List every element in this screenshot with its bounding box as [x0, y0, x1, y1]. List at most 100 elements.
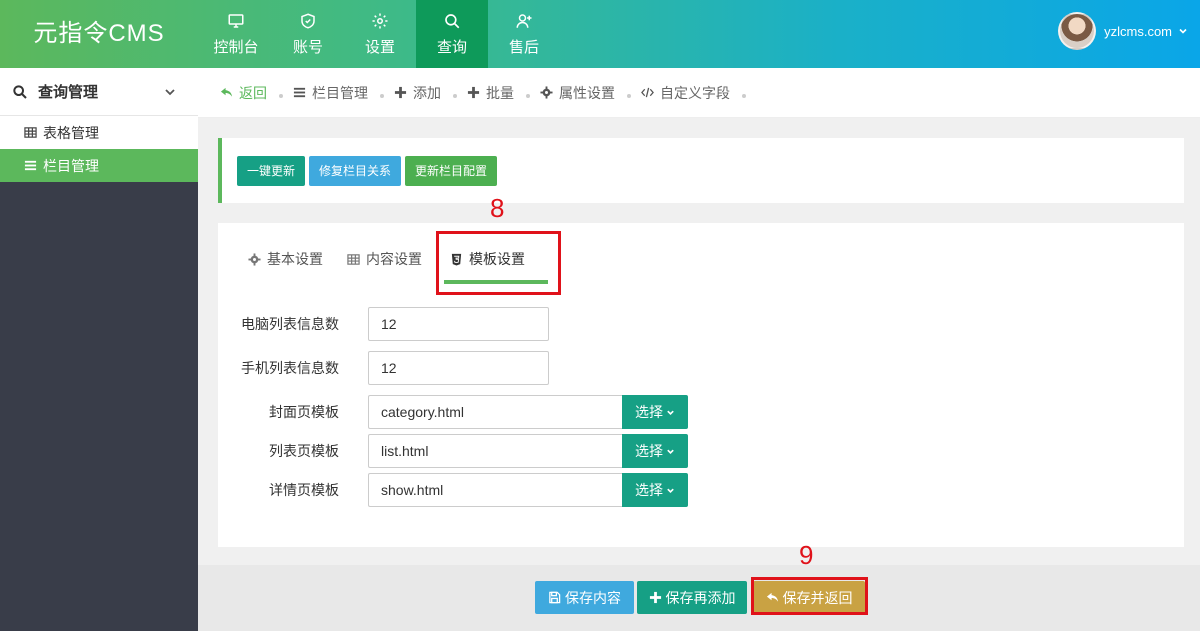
sidebar-header[interactable]: 查询管理 — [0, 68, 198, 116]
nav-item-query[interactable]: 查询 — [416, 0, 488, 68]
toolbar-back[interactable]: 返回 — [220, 83, 267, 103]
toolbar-add[interactable]: 添加 — [394, 83, 441, 103]
sidebar-item-column-manage[interactable]: 栏目管理 — [0, 149, 198, 182]
app-logo[interactable]: 元指令CMS — [0, 0, 198, 68]
toolbar-attribute-settings[interactable]: 属性设置 — [540, 83, 615, 103]
chevron-down-icon — [667, 410, 674, 415]
cover-template-input[interactable] — [368, 395, 622, 429]
select-label: 选择 — [635, 443, 663, 459]
detail-template-select-button[interactable]: 选择 — [622, 473, 688, 507]
nav-item-label: 售后 — [508, 38, 539, 56]
form-row-mobile-list-count: 手机列表信息数 — [218, 351, 549, 385]
avatar[interactable] — [1058, 12, 1097, 50]
annotation-highlight-save-return — [751, 577, 868, 615]
nav-item-label: 控制台 — [213, 38, 259, 56]
toolbar-label: 批量 — [486, 84, 514, 101]
code-icon — [641, 87, 654, 98]
back-icon — [220, 87, 233, 97]
nav-item-label: 查询 — [436, 38, 467, 56]
separator-dot — [627, 93, 631, 98]
toolbar-custom-fields[interactable]: 自定义字段 — [641, 83, 730, 103]
save-button[interactable]: 保存内容 — [535, 581, 634, 614]
gear-icon — [372, 13, 388, 28]
form-row-pc-list-count: 电脑列表信息数 — [218, 307, 549, 341]
toolbar-label: 添加 — [413, 84, 441, 101]
form-panel: 基本设置 内容设置 模板设置 电脑列表信息数 手机列表信息数 封面页模板 选择 … — [218, 223, 1184, 547]
chevron-down-icon[interactable] — [164, 86, 176, 98]
table-icon — [24, 127, 37, 138]
detail-template-label: 详情页模板 — [269, 482, 339, 498]
breadcrumb-toolbar: 返回 栏目管理 添加 批量 属性设置 自定义字段 — [198, 68, 1200, 118]
save-and-add-button[interactable]: 保存再添加 — [637, 581, 747, 614]
update-config-button[interactable]: 更新栏目配置 — [405, 155, 498, 186]
fix-relations-button[interactable]: 修复栏目关系 — [309, 155, 402, 186]
form-row-list-template: 列表页模板 选择 — [218, 434, 688, 468]
separator-dot — [453, 93, 457, 98]
tab-label: 内容设置 — [366, 251, 422, 267]
cover-template-select-button[interactable]: 选择 — [622, 395, 688, 429]
gear-icon — [248, 252, 261, 266]
nav-item-account[interactable]: 账号 — [272, 0, 344, 68]
detail-template-input[interactable] — [368, 473, 622, 507]
plus-icon — [467, 86, 480, 99]
search-icon — [445, 13, 460, 28]
monitor-icon — [228, 13, 244, 28]
toolbar-label: 返回 — [239, 84, 267, 101]
chevron-down-icon — [667, 449, 674, 454]
list-template-select-button[interactable]: 选择 — [622, 434, 688, 468]
plus-icon — [649, 591, 661, 604]
floppy-disk-icon — [549, 591, 561, 604]
nav-item-aftersales[interactable]: 售后 — [488, 0, 560, 68]
form-row-cover-template: 封面页模板 选择 — [218, 395, 688, 429]
list-template-input[interactable] — [368, 434, 622, 468]
tab-basic-settings[interactable]: 基本设置 — [248, 241, 323, 277]
annotation-highlight-tab — [436, 231, 561, 295]
sidebar-list: 表格管理 栏目管理 — [0, 116, 198, 182]
sidebar-item-label: 表格管理 — [43, 124, 99, 141]
chevron-down-icon — [667, 488, 674, 493]
user-plus-icon — [516, 13, 532, 28]
toolbar-batch[interactable]: 批量 — [467, 83, 514, 103]
separator-dot — [742, 93, 746, 98]
annotation-step-8: 8 — [490, 193, 505, 223]
save-and-add-button-label: 保存再添加 — [665, 589, 736, 606]
toolbar-column-manage[interactable]: 栏目管理 — [293, 83, 368, 103]
tab-label: 基本设置 — [267, 251, 323, 267]
chevron-down-icon[interactable] — [1178, 26, 1188, 36]
form-footer: 保存内容 保存再添加 保存并返回 — [198, 565, 1200, 631]
user-name[interactable]: yzlcms.com — [1104, 24, 1172, 39]
plus-icon — [394, 86, 407, 99]
form-row-detail-template: 详情页模板 选择 — [218, 473, 688, 507]
pc-list-count-input[interactable] — [368, 307, 549, 341]
list-icon — [24, 160, 37, 171]
search-icon — [13, 84, 27, 99]
cover-template-label: 封面页模板 — [269, 404, 339, 420]
mobile-list-count-input[interactable] — [368, 351, 549, 385]
action-panel: 一键更新 修复栏目关系 更新栏目配置 — [218, 138, 1184, 203]
toolbar-label: 自定义字段 — [660, 84, 730, 101]
annotation-step-9: 9 — [799, 540, 814, 570]
select-label: 选择 — [635, 482, 663, 498]
separator-dot — [526, 93, 530, 98]
sidebar-item-table-manage[interactable]: 表格管理 — [0, 116, 198, 149]
separator-dot — [380, 93, 384, 98]
top-nav: 控制台 账号 设置 查询 售后 — [200, 0, 560, 68]
nav-item-settings[interactable]: 设置 — [344, 0, 416, 68]
toolbar-label: 属性设置 — [559, 84, 615, 101]
tab-content-settings[interactable]: 内容设置 — [347, 241, 422, 277]
nav-item-dashboard[interactable]: 控制台 — [200, 0, 272, 68]
nav-item-label: 账号 — [292, 38, 323, 56]
separator-dot — [279, 93, 283, 98]
update-all-button[interactable]: 一键更新 — [237, 155, 306, 186]
user-menu[interactable]: yzlcms.com — [1058, 11, 1188, 51]
mobile-list-count-label: 手机列表信息数 — [241, 360, 339, 376]
top-header: 元指令CMS 控制台 账号 设置 查询 售后 yzlcms.com — [0, 0, 1200, 68]
sidebar-item-label: 栏目管理 — [43, 157, 99, 174]
list-icon — [293, 87, 306, 98]
list-template-label: 列表页模板 — [269, 443, 339, 459]
sidebar: 查询管理 表格管理 栏目管理 — [0, 68, 198, 631]
save-button-label: 保存内容 — [565, 589, 621, 606]
shield-icon — [301, 12, 315, 29]
nav-item-label: 设置 — [364, 38, 395, 56]
select-label: 选择 — [635, 404, 663, 420]
